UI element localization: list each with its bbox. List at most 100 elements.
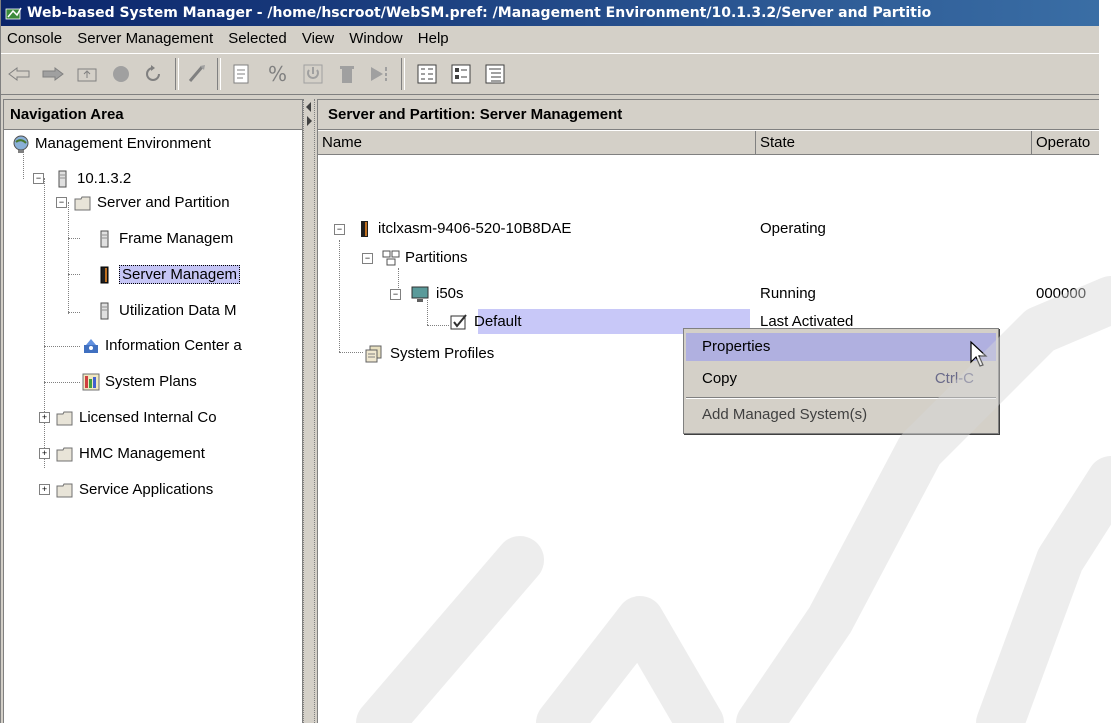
- expand-toggle[interactable]: +: [39, 484, 50, 495]
- partitions-icon: [382, 249, 400, 267]
- large-icons-view-icon[interactable]: [413, 60, 441, 88]
- title-bar[interactable]: Web-based System Manager - /home/hscroot…: [1, 0, 1100, 26]
- find-icon[interactable]: [183, 60, 211, 88]
- row-name: Partitions: [405, 249, 468, 266]
- info-center-icon: [82, 337, 100, 355]
- tree-label: Licensed Internal Co: [79, 409, 217, 426]
- monitor-icon: [410, 285, 430, 303]
- collapse-toggle[interactable]: −: [390, 289, 401, 300]
- toolbar-separator: [217, 58, 221, 90]
- row-state: Running: [760, 285, 816, 302]
- menu-bar: Console Server Management Selected View …: [1, 27, 1100, 51]
- app-window: Web-based System Manager - /home/hscroot…: [0, 0, 1100, 723]
- forward-arrow-icon[interactable]: [39, 60, 67, 88]
- tree-label: Server and Partition: [97, 194, 230, 211]
- run-icon[interactable]: [367, 60, 395, 88]
- collapse-toggle[interactable]: −: [33, 173, 44, 184]
- menu-window[interactable]: Window: [343, 27, 407, 51]
- profiles-icon: [364, 345, 384, 363]
- window-title: Web-based System Manager - /home/hscroot…: [27, 5, 932, 21]
- power-icon[interactable]: [299, 60, 327, 88]
- tree-label: Information Center a: [105, 337, 242, 354]
- menu-item-copy[interactable]: Copy Ctrl-C: [686, 365, 996, 393]
- collapse-toggle[interactable]: −: [334, 224, 345, 235]
- table-row[interactable]: itclxasm-9406-520-10B8DAE: [358, 217, 571, 241]
- menu-item-properties[interactable]: Properties: [686, 333, 996, 361]
- row-operator: 000000: [1036, 285, 1087, 302]
- small-icons-view-icon[interactable]: [447, 60, 475, 88]
- table-row[interactable]: System Profiles: [364, 342, 494, 366]
- tree-connector: [339, 240, 340, 352]
- checkbox-profile-icon: [450, 313, 468, 331]
- tree-label: Frame Managem: [119, 230, 234, 247]
- menu-item-label: Properties: [702, 338, 771, 355]
- delete-trash-icon[interactable]: [333, 60, 361, 88]
- tree-item-management-environment[interactable]: Management Environment: [12, 132, 211, 156]
- refresh-icon[interactable]: [139, 60, 167, 88]
- row-name: itclxasm-9406-520-10B8DAE: [378, 220, 572, 237]
- properties-icon[interactable]: [227, 60, 255, 88]
- menu-item-label: Copy: [702, 370, 738, 387]
- back-arrow-icon[interactable]: [5, 60, 33, 88]
- toolbar-separator: [401, 58, 405, 90]
- menu-server-management[interactable]: Server Management: [71, 27, 218, 51]
- table-row[interactable]: Partitions: [382, 246, 468, 270]
- table-row[interactable]: Default: [450, 310, 522, 334]
- tree-label: HMC Management: [79, 445, 205, 462]
- content-header: Server and Partition: Server Management: [318, 100, 1100, 130]
- tree-connector: [68, 202, 69, 314]
- column-header-name[interactable]: Name: [318, 131, 756, 155]
- collapse-toggle[interactable]: −: [362, 253, 373, 264]
- menu-help[interactable]: Help: [412, 27, 454, 51]
- percent-icon[interactable]: %: [263, 60, 291, 88]
- stop-icon[interactable]: [107, 60, 135, 88]
- folder-icon: [56, 481, 74, 499]
- server-icon: [358, 220, 372, 238]
- column-header-state[interactable]: State: [756, 131, 1032, 155]
- menu-item-add-managed-system[interactable]: Add Managed System(s): [686, 401, 996, 429]
- row-name: System Profiles: [390, 345, 495, 362]
- tree-item-server-and-partition[interactable]: Server and Partition: [74, 191, 230, 215]
- server-icon: [96, 302, 114, 320]
- row-name: Default: [474, 313, 522, 330]
- collapse-toggle[interactable]: −: [56, 197, 67, 208]
- folder-icon: [74, 194, 92, 212]
- menu-console[interactable]: Console: [1, 27, 67, 51]
- toolbar-separator: [175, 58, 179, 90]
- tree-item-licensed-internal-code[interactable]: Licensed Internal Co: [56, 406, 217, 430]
- menu-selected[interactable]: Selected: [222, 27, 291, 51]
- svg-text:%: %: [268, 63, 287, 85]
- tree-connector: [44, 178, 45, 468]
- window-edge: [1099, 0, 1111, 723]
- tree-label: Utilization Data M: [119, 302, 237, 319]
- column-header-operator[interactable]: Operato: [1032, 131, 1100, 155]
- tree-item-utilization-data[interactable]: Utilization Data M: [96, 299, 237, 323]
- tree-item-service-applications[interactable]: Service Applications: [56, 478, 213, 502]
- expand-toggle[interactable]: +: [39, 412, 50, 423]
- tree-item-hmc-management[interactable]: HMC Management: [56, 442, 205, 466]
- navigation-tree: Management Environment − 10.1.3.2 − Serv…: [4, 130, 302, 723]
- tree-item-system-plans[interactable]: System Plans: [82, 370, 197, 394]
- folder-icon: [56, 409, 74, 427]
- tree-item-information-center[interactable]: Information Center a: [82, 334, 242, 358]
- mouse-cursor-icon: [970, 340, 988, 367]
- details-view-icon[interactable]: [481, 60, 509, 88]
- globe-icon: [12, 135, 30, 154]
- tree-label: 10.1.3.2: [77, 170, 132, 187]
- up-level-icon[interactable]: [73, 60, 101, 88]
- tree-label-selected: Server Managem: [119, 265, 241, 284]
- menu-view[interactable]: View: [296, 27, 339, 51]
- pane-splitter[interactable]: [303, 99, 315, 723]
- tree-label: Management Environment: [35, 135, 211, 152]
- collapse-arrows-icon[interactable]: [304, 99, 314, 129]
- tree-label: System Plans: [105, 373, 197, 390]
- tree-label: Service Applications: [79, 481, 214, 498]
- tree-item-10-1-3-2[interactable]: 10.1.3.2: [54, 167, 131, 191]
- row-name: i50s: [436, 285, 464, 302]
- context-menu: Properties Copy Ctrl-C Add Managed System…: [683, 328, 999, 434]
- expand-toggle[interactable]: +: [39, 448, 50, 459]
- tree-item-server-management[interactable]: Server Managem: [96, 263, 241, 287]
- table-row[interactable]: i50s: [410, 282, 464, 306]
- tree-item-frame-management[interactable]: Frame Managem: [96, 227, 233, 251]
- toolbar: %: [1, 53, 1100, 95]
